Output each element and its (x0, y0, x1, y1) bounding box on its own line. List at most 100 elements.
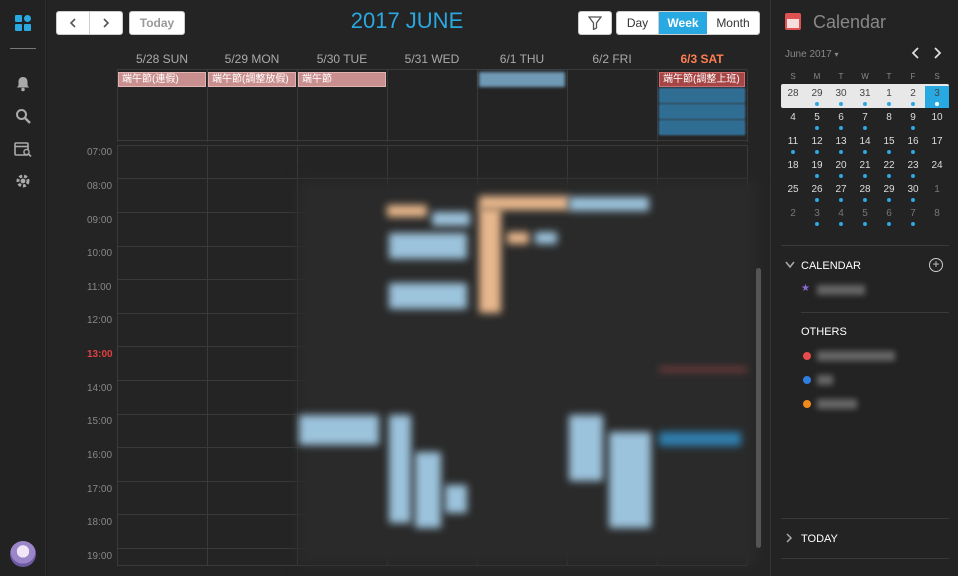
mini-calendar-day[interactable]: 29 (877, 182, 901, 204)
mini-calendar-day[interactable]: 24 (925, 158, 949, 180)
mini-calendar-day[interactable]: 17 (925, 134, 949, 156)
chevron-down-icon[interactable] (785, 260, 795, 272)
mini-calendar-day[interactable]: 6 (829, 110, 853, 132)
all-day-row[interactable]: 端午節(連假) 端午節(調整放假) 端午節 端午節(調整上班) (117, 69, 748, 142)
event-blurred[interactable] (432, 212, 470, 226)
prev-week-button[interactable] (56, 11, 90, 35)
add-calendar-button[interactable]: + (929, 258, 943, 272)
mini-calendar-day[interactable]: 25 (781, 182, 805, 204)
calendar-search-icon[interactable] (11, 137, 35, 161)
mini-calendar-day[interactable]: 4 (781, 110, 805, 132)
mini-calendar-day[interactable]: 15 (877, 134, 901, 156)
mini-calendar-day[interactable]: 1 (877, 86, 901, 108)
mini-calendar-day[interactable]: 18 (781, 158, 805, 180)
scrollbar[interactable] (756, 268, 761, 548)
allday-event-blurred[interactable] (479, 72, 565, 87)
view-week-tab[interactable]: Week (659, 12, 707, 34)
mini-calendar-day[interactable]: 14 (853, 134, 877, 156)
mini-calendar-day[interactable]: 28 (853, 182, 877, 204)
others-section-header[interactable]: OTHERS (801, 326, 847, 338)
mini-calendar-day[interactable]: 7 (853, 110, 877, 132)
event-blurred[interactable] (659, 432, 741, 446)
avatar[interactable] (10, 541, 36, 567)
today-button[interactable]: Today (129, 11, 185, 35)
day-header-tue[interactable]: 5/30 TUE (297, 52, 387, 66)
event-blurred[interactable] (299, 415, 379, 445)
mini-calendar-day[interactable]: 3 (925, 86, 949, 108)
calendar-entry-blurred[interactable] (817, 399, 857, 409)
view-day-tab[interactable]: Day (617, 12, 659, 34)
calendar-entry-blurred[interactable] (817, 351, 895, 361)
day-header-mon[interactable]: 5/29 MON (207, 52, 297, 66)
calendar-entry-blurred[interactable] (817, 285, 865, 295)
allday-event-blurred[interactable] (659, 104, 745, 119)
day-header-sat[interactable]: 6/3 SAT (657, 52, 747, 66)
today-section-header[interactable]: TODAY (801, 533, 838, 545)
app-logo-icon[interactable] (11, 11, 35, 35)
mini-calendar-day[interactable]: 10 (925, 110, 949, 132)
mini-calendar-day[interactable]: 8 (877, 110, 901, 132)
event-blurred[interactable] (569, 197, 649, 211)
mini-calendar-day[interactable]: 1 (925, 182, 949, 204)
mini-calendar-day[interactable]: 2 (781, 206, 805, 228)
view-month-tab[interactable]: Month (707, 12, 759, 34)
day-header-wed[interactable]: 5/31 WED (387, 52, 477, 66)
mini-calendar-day[interactable]: 22 (877, 158, 901, 180)
event-blurred[interactable] (389, 233, 467, 259)
bell-icon[interactable] (11, 72, 35, 96)
mini-calendar-day[interactable]: 13 (829, 134, 853, 156)
mini-calendar-day[interactable]: 7 (901, 206, 925, 228)
calendar-entry-blurred[interactable] (817, 375, 833, 385)
mini-calendar-day[interactable]: 9 (901, 110, 925, 132)
mini-month-label[interactable]: June 2017 ▾ (785, 49, 839, 60)
mini-prev-button[interactable] (911, 46, 921, 62)
allday-event[interactable]: 端午節(連假) (118, 72, 206, 87)
next-week-button[interactable] (89, 11, 123, 35)
mini-calendar-day[interactable]: 5 (805, 110, 829, 132)
allday-event[interactable]: 端午節 (298, 72, 386, 87)
allday-event[interactable]: 端午節(調整放假) (208, 72, 296, 87)
allday-event-blurred[interactable] (659, 88, 745, 103)
chevron-right-icon[interactable] (785, 533, 793, 546)
mini-calendar-day[interactable]: 21 (853, 158, 877, 180)
mini-calendar-day[interactable]: 6 (877, 206, 901, 228)
event-blurred[interactable] (389, 415, 411, 523)
allday-event[interactable]: 端午節(調整上班) (659, 72, 745, 87)
mini-calendar-day[interactable]: 4 (829, 206, 853, 228)
day-header-sun[interactable]: 5/28 SUN (117, 52, 207, 66)
mini-calendar-day[interactable]: 19 (805, 158, 829, 180)
mini-calendar-day[interactable]: 20 (829, 158, 853, 180)
calendar-section-header[interactable]: CALENDAR (801, 260, 861, 272)
mini-calendar-day[interactable]: 30 (829, 86, 853, 108)
search-icon[interactable] (11, 104, 35, 128)
gear-icon[interactable] (11, 169, 35, 193)
day-header-thu[interactable]: 6/1 THU (477, 52, 567, 66)
mini-calendar-day[interactable]: 8 (925, 206, 949, 228)
mini-next-button[interactable] (932, 46, 942, 62)
event-blurred[interactable] (415, 452, 441, 528)
event-blurred[interactable] (387, 205, 427, 217)
mini-calendar-day[interactable]: 16 (901, 134, 925, 156)
event-blurred[interactable] (507, 232, 529, 244)
event-blurred[interactable] (609, 432, 651, 528)
filter-button[interactable] (578, 11, 612, 35)
allday-event-blurred[interactable] (659, 120, 745, 135)
day-header-fri[interactable]: 6/2 FRI (567, 52, 657, 66)
mini-calendar-day[interactable]: 30 (901, 182, 925, 204)
event-blurred[interactable] (569, 415, 603, 481)
mini-calendar-day[interactable]: 3 (805, 206, 829, 228)
event-blurred[interactable] (479, 208, 501, 313)
mini-calendar-day[interactable]: 11 (781, 134, 805, 156)
mini-calendar-day[interactable]: 27 (829, 182, 853, 204)
mini-calendar-day[interactable]: 29 (805, 86, 829, 108)
mini-calendar-day[interactable]: 2 (901, 86, 925, 108)
mini-calendar-day[interactable]: 23 (901, 158, 925, 180)
mini-calendar-day[interactable]: 12 (805, 134, 829, 156)
mini-calendar-day[interactable]: 31 (853, 86, 877, 108)
mini-calendar-day[interactable]: 5 (853, 206, 877, 228)
event-blurred[interactable] (389, 283, 467, 309)
event-blurred[interactable] (535, 232, 557, 244)
event-blurred[interactable] (445, 485, 467, 513)
mini-calendar-day[interactable]: 26 (805, 182, 829, 204)
mini-calendar-day[interactable]: 28 (781, 86, 805, 108)
